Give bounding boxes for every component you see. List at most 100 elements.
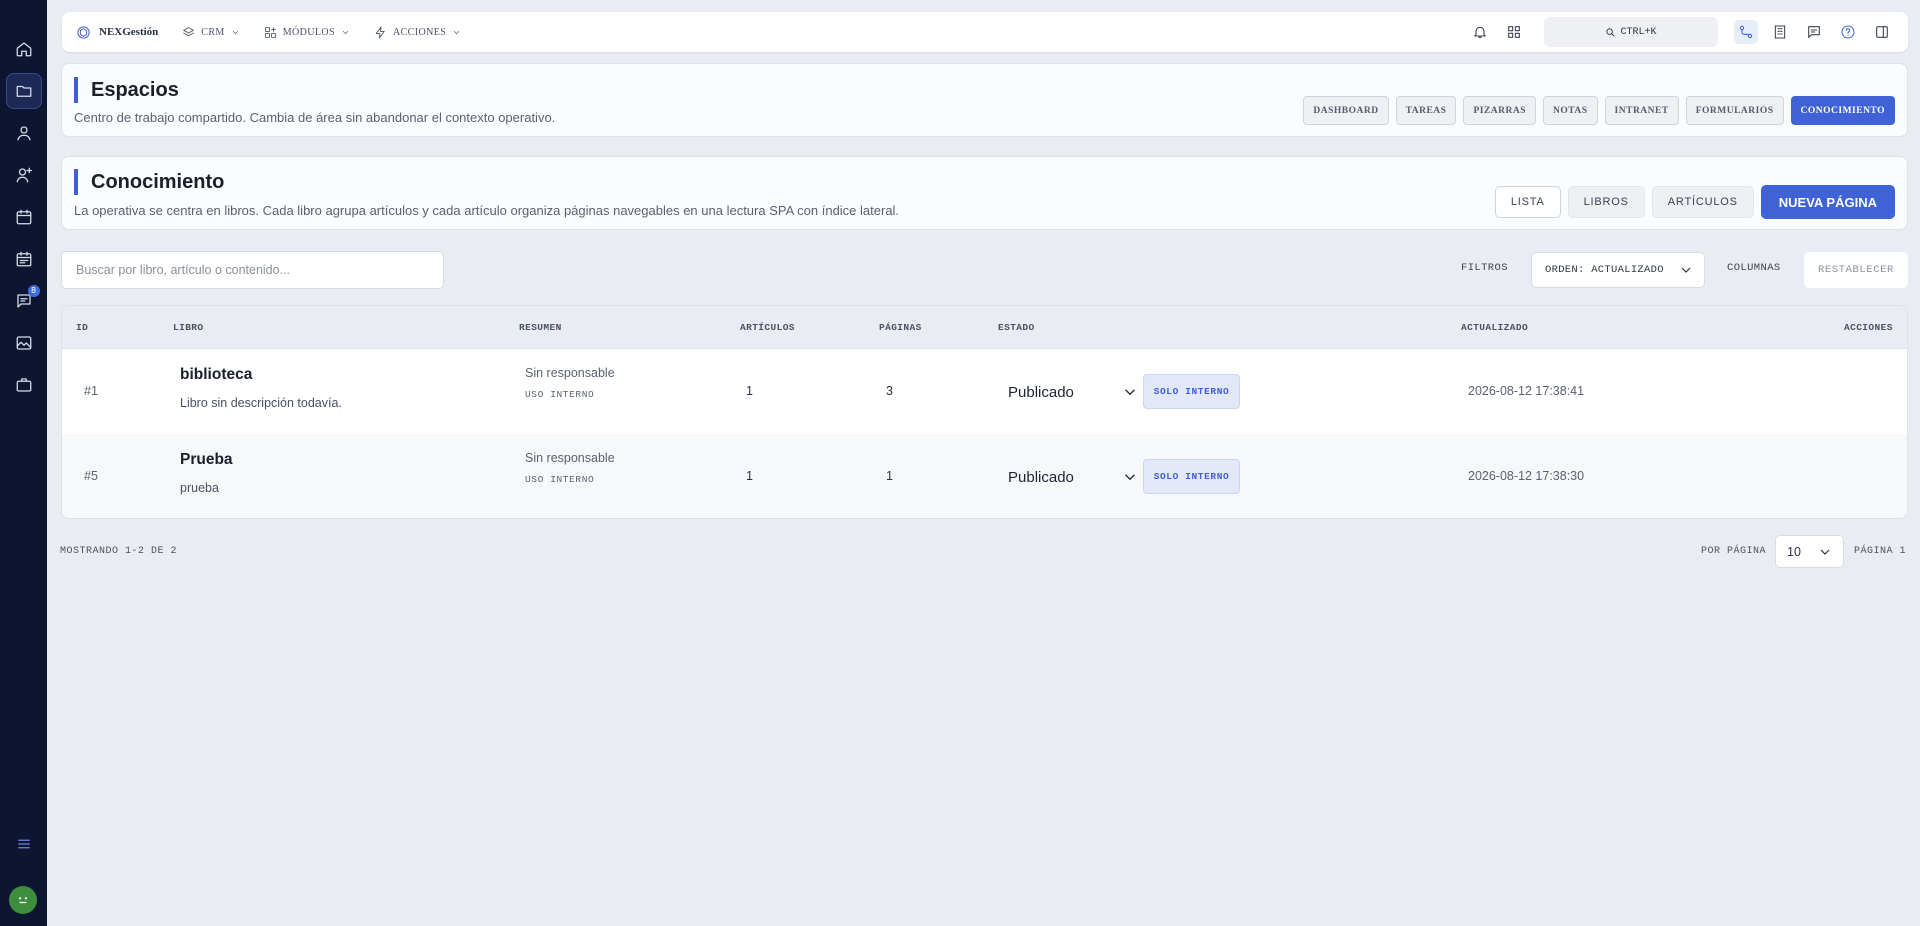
row-id: #5 <box>84 469 98 483</box>
pagination-summary: MOSTRANDO 1-2 DE 2 <box>60 546 178 557</box>
sidebar-panel-icon <box>1876 26 1888 38</box>
row-title[interactable]: biblioteca <box>180 366 252 384</box>
bell-icon <box>1474 26 1486 38</box>
table-row[interactable]: #1 biblioteca Libro sin descripción toda… <box>62 349 1907 434</box>
sidebar-item-user-plus[interactable] <box>6 157 42 193</box>
chevron-down-icon <box>1681 267 1691 273</box>
sidebar-item-image[interactable] <box>6 325 42 361</box>
row-pages: 1 <box>886 469 893 483</box>
row-updated: 2026-08-12 17:38:41 <box>1468 384 1585 398</box>
view-lista-button[interactable]: LISTA <box>1494 186 1561 218</box>
command-search-shortcut: CTRL+K <box>1620 26 1657 38</box>
status-select-value: Publicado <box>1008 383 1074 401</box>
logo-icon <box>77 25 90 39</box>
brand[interactable]: NEXGestión <box>76 25 158 40</box>
help-button[interactable] <box>1836 20 1860 44</box>
avatar[interactable] <box>9 886 37 914</box>
nav-crm[interactable]: CRM <box>182 26 239 39</box>
row-subtitle: Libro sin descripción todavía. <box>180 396 342 410</box>
page-description: La operativa se centra en libros. Cada l… <box>74 203 900 218</box>
page-title: Conocimiento <box>74 169 224 195</box>
workflow-button[interactable] <box>1734 20 1758 44</box>
row-title[interactable]: Prueba <box>180 451 233 469</box>
header-id[interactable]: ID <box>76 322 88 333</box>
header-resumen[interactable]: RESUMEN <box>519 322 562 333</box>
chevron-down-icon <box>232 30 238 34</box>
sidebar-item-briefcase[interactable] <box>6 367 42 403</box>
tab-tareas[interactable]: TAREAS <box>1395 96 1457 125</box>
status-select[interactable]: Publicado <box>1008 465 1139 489</box>
page-indicator: PÁGINA 1 <box>1854 546 1907 557</box>
apps-grid-icon <box>1508 26 1520 38</box>
chevron-down-icon <box>1125 389 1135 396</box>
tab-notas[interactable]: NOTAS <box>1543 96 1598 125</box>
building-button[interactable] <box>1768 20 1792 44</box>
row-owner: Sin responsable <box>525 451 615 465</box>
row-id: #1 <box>84 384 98 398</box>
table-header: ID LIBRO RESUMEN ARTÍCULOS PÁGINAS ESTAD… <box>62 306 1907 349</box>
sidebar: 8 <box>0 0 47 926</box>
header-acciones: ACCIONES <box>1844 322 1893 333</box>
header-estado[interactable]: ESTADO <box>998 322 1035 333</box>
sidebar-item-user[interactable] <box>6 115 42 151</box>
nav-acciones-label: ACCIONES <box>392 26 447 38</box>
sidebar-item-home[interactable] <box>6 31 42 67</box>
header-actualizado[interactable]: ACTUALIZADO <box>1461 322 1528 333</box>
row-scope: USO INTERNO <box>525 389 595 400</box>
chat-badge: 8 <box>27 285 40 297</box>
sidebar-toggle[interactable] <box>6 826 42 862</box>
header-paginas[interactable]: PÁGINAS <box>879 322 922 333</box>
row-scope: USO INTERNO <box>525 474 595 485</box>
grid-plus-icon <box>264 26 276 38</box>
calendar-icon <box>16 209 31 225</box>
sidebar-item-chat[interactable]: 8 <box>6 283 42 319</box>
row-updated: 2026-08-12 17:38:30 <box>1468 469 1585 483</box>
columns-button[interactable]: COLUMNAS <box>1727 262 1781 274</box>
conocimiento-panel: Conocimiento La operativa se centra en l… <box>61 156 1908 230</box>
search-input[interactable] <box>61 251 444 289</box>
tab-intranet[interactable]: INTRANET <box>1604 96 1679 125</box>
nav-acciones[interactable]: ACCIONES <box>374 26 461 39</box>
new-page-button[interactable]: NUEVA PÁGINA <box>1760 185 1895 219</box>
filters-button[interactable]: FILTROS <box>1461 262 1508 274</box>
view-libros-button[interactable]: LIBROS <box>1567 186 1645 218</box>
messages-button[interactable] <box>1802 20 1826 44</box>
calendar-check-icon <box>16 251 31 267</box>
home-icon <box>16 42 31 57</box>
user-plus-icon <box>16 167 32 183</box>
header-articulos[interactable]: ARTÍCULOS <box>740 322 795 333</box>
folder-icon <box>16 85 31 97</box>
reset-button[interactable]: RESTABLECER <box>1804 252 1908 288</box>
tab-conocimiento[interactable]: CONOCIMIENTO <box>1790 96 1895 125</box>
layers-icon <box>183 26 195 36</box>
chevron-down-icon <box>454 30 460 34</box>
espacios-title: Espacios <box>74 77 179 103</box>
tab-dashboard[interactable]: DASHBOARD <box>1303 96 1389 125</box>
top-bar: NEXGestión CRM MÓDULOS ACCIONES CTRL+K <box>62 12 1908 52</box>
image-icon <box>16 336 31 350</box>
status-select[interactable]: Publicado <box>1008 380 1139 404</box>
header-libro[interactable]: LIBRO <box>173 322 204 333</box>
nav-crm-label: CRM <box>201 26 225 38</box>
sidebar-item-folder[interactable] <box>5 73 42 109</box>
order-select[interactable]: ORDEN: ACTUALIZADO <box>1531 252 1705 288</box>
nav-modulos[interactable]: MÓDULOS <box>264 26 350 39</box>
visibility-badge: SOLO INTERNO <box>1143 459 1240 494</box>
search-icon <box>1606 27 1615 36</box>
notifications-button[interactable] <box>1468 20 1492 44</box>
command-search[interactable]: CTRL+K <box>1544 17 1718 47</box>
per-page-select[interactable]: 10 <box>1775 535 1844 568</box>
row-subtitle: prueba <box>180 481 219 495</box>
workflow-icon <box>1739 25 1753 39</box>
tab-pizarras[interactable]: PIZARRAS <box>1463 96 1537 125</box>
tab-formularios[interactable]: FORMULARIOS <box>1685 96 1784 125</box>
table-row[interactable]: #5 Prueba prueba Sin responsable USO INT… <box>62 434 1907 518</box>
panel-toggle-button[interactable] <box>1870 20 1894 44</box>
view-switcher: LISTA LIBROS ARTÍCULOS NUEVA PÁGINA <box>1494 185 1895 219</box>
view-articulos-button[interactable]: ARTÍCULOS <box>1651 186 1754 218</box>
chevron-down-icon <box>342 30 349 34</box>
nav-modulos-label: MÓDULOS <box>282 26 335 38</box>
sidebar-item-calendar[interactable] <box>6 199 42 235</box>
sidebar-item-calendar-check[interactable] <box>6 241 42 277</box>
apps-button[interactable] <box>1502 20 1526 44</box>
